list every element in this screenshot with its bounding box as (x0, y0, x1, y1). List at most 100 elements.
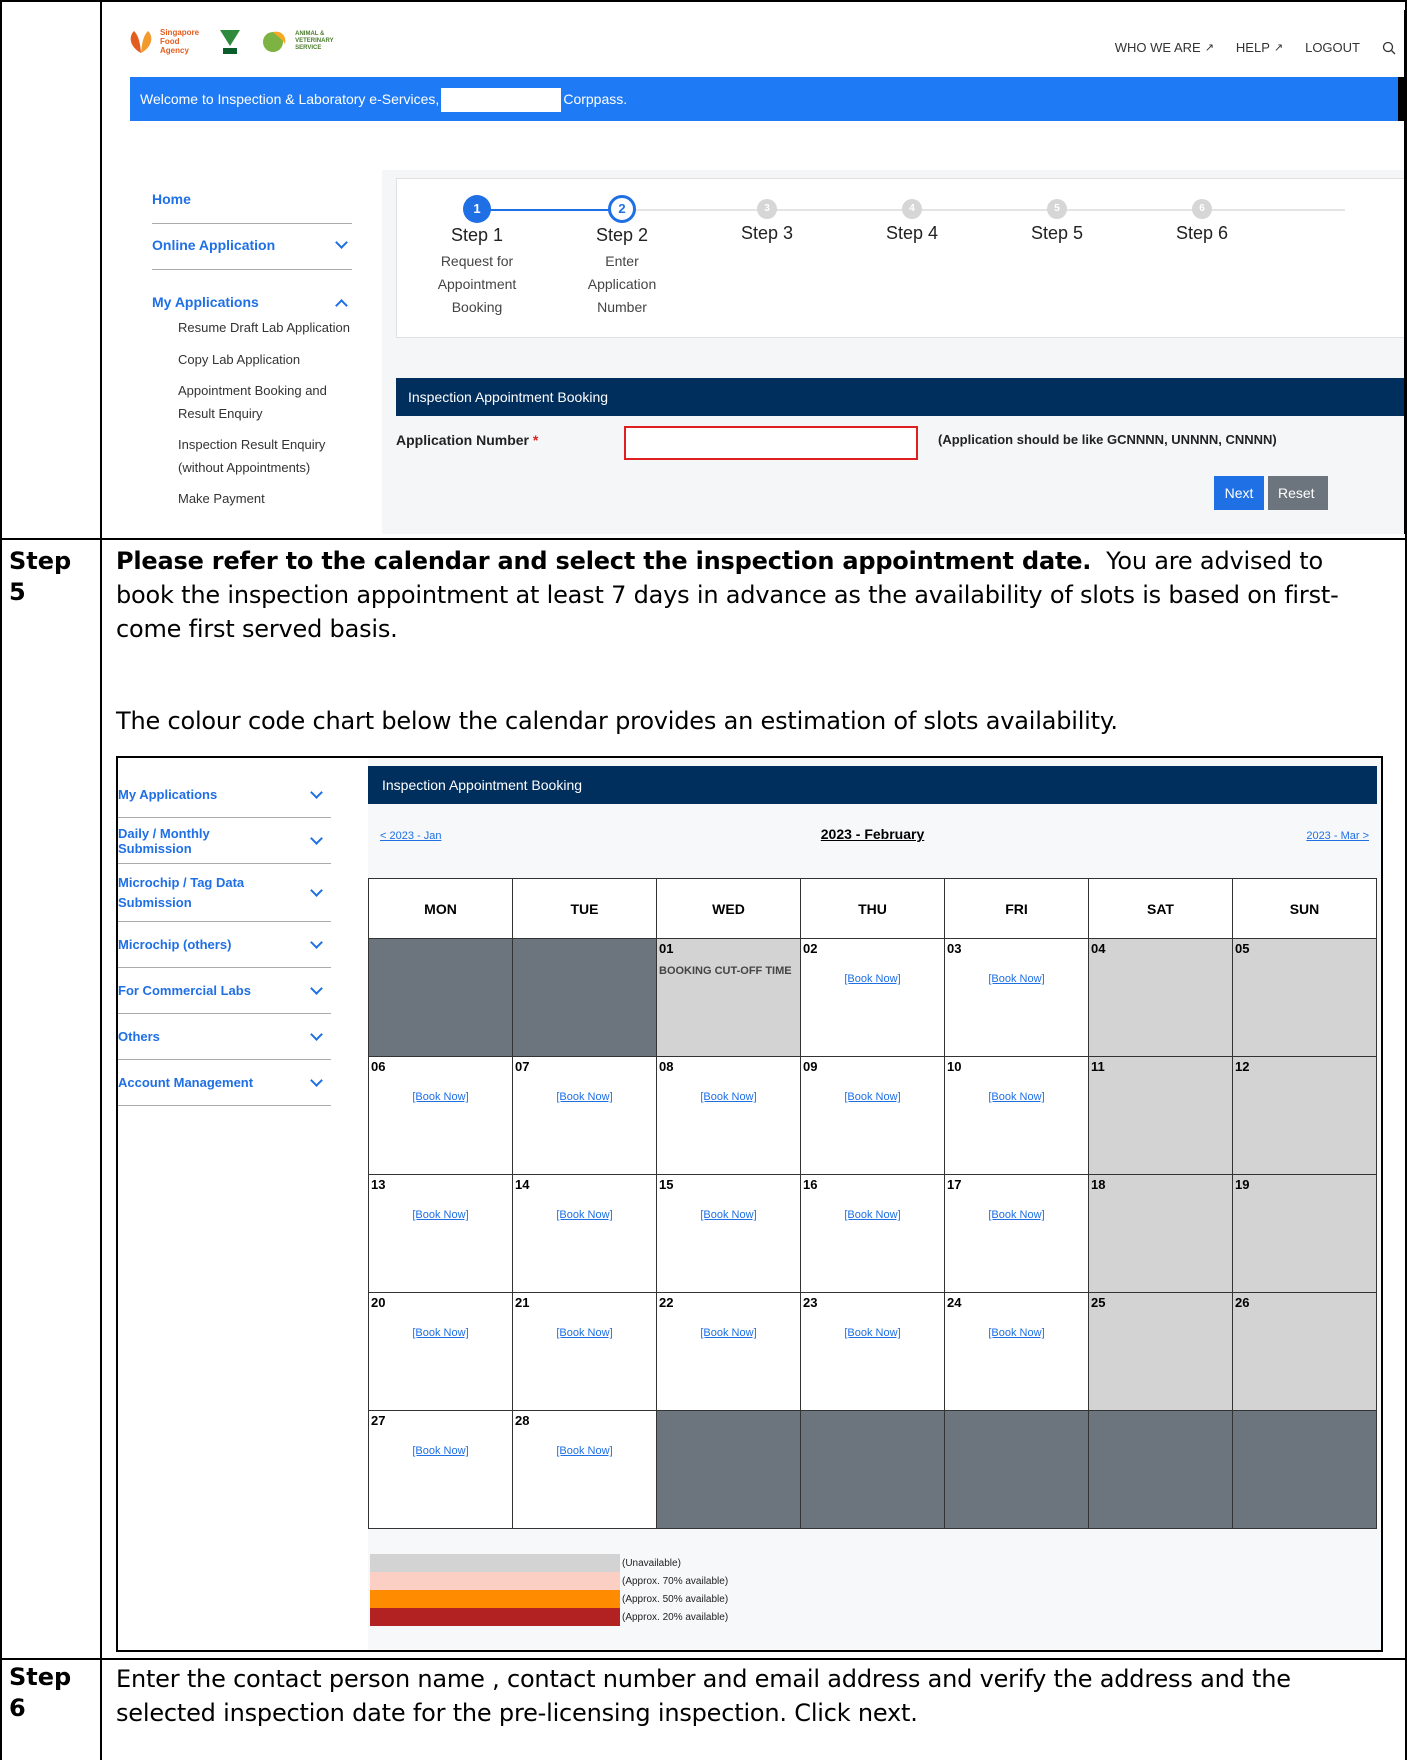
book-now-link[interactable]: [Book Now] (657, 1209, 800, 1221)
nav-help[interactable]: HELP ↗ (1236, 40, 1283, 55)
calendar-day-cell: 02 [Book Now] (800, 938, 945, 1057)
calendar-day-cell: 18 (1088, 1174, 1233, 1293)
book-now-link[interactable]: [Book Now] (801, 1327, 944, 1339)
previous-month-link[interactable]: < 2023 - Jan (380, 830, 441, 842)
day-number: 13 (371, 1177, 386, 1192)
application-number-input[interactable] (624, 426, 918, 460)
sidebar-item-label: Microchip / Tag Data Submission (118, 874, 245, 910)
sidebar-subitem-inspection-result[interactable]: Inspection Result Enquiry (without Appoi… (152, 433, 332, 479)
day-number: 02 (803, 941, 818, 956)
application-number-label-text: Application Number (396, 432, 530, 448)
book-now-link[interactable]: [Book Now] (369, 1091, 512, 1103)
book-now-link[interactable]: [Book Now] (369, 1209, 512, 1221)
book-now-link[interactable]: [Book Now] (513, 1445, 656, 1457)
sidebar-item-microchip-others[interactable]: Microchip (others) (118, 922, 331, 968)
legend-row: (Approx. 20% available) (370, 1608, 728, 1626)
book-now-link[interactable]: [Book Now] (657, 1327, 800, 1339)
step5-chart-note: The colour code chart below the calendar… (116, 707, 1118, 735)
sidebar-item-others[interactable]: Others (118, 1014, 331, 1060)
day-number: 04 (1091, 941, 1106, 956)
sidebar-item-my-applications[interactable]: My Applications (118, 772, 331, 818)
book-now-link[interactable]: [Book Now] (801, 1091, 944, 1103)
sidebar-item-home[interactable]: Home (152, 188, 352, 224)
day-number: 03 (947, 941, 962, 956)
legend-label: (Approx. 20% available) (622, 1611, 729, 1623)
day-number: 10 (947, 1059, 962, 1074)
calendar-day-cell: 01 BOOKING CUT-OFF TIME (656, 938, 801, 1057)
chevron-down-icon (310, 831, 323, 845)
sidebar-item-daily-monthly-submission[interactable]: Daily / Monthly Submission (118, 818, 331, 864)
day-number: 22 (659, 1295, 674, 1310)
step-number-badge: 2 (608, 195, 636, 223)
sidebar-item-online-application[interactable]: Online Application (152, 224, 352, 270)
nav-who-we-are[interactable]: WHO WE ARE ↗ (1115, 40, 1214, 55)
book-now-link[interactable]: [Book Now] (513, 1091, 656, 1103)
sidebar-item-for-commercial-labs[interactable]: For Commercial Labs (118, 968, 331, 1014)
book-now-link[interactable]: [Book Now] (801, 1209, 944, 1221)
banner-edge (1398, 77, 1404, 121)
step-number-badge: 3 (757, 199, 777, 219)
sidebar-item-microchip-tag-data-submission[interactable]: Microchip / Tag Data Submission (118, 864, 331, 922)
sidebar-item-label: Account Management (118, 1075, 254, 1090)
calendar-day-cell: 04 (1088, 938, 1233, 1057)
book-now-link[interactable]: [Book Now] (801, 973, 944, 985)
calendar-day-cell: 12 (1232, 1056, 1377, 1175)
book-now-link[interactable]: [Book Now] (945, 1327, 1088, 1339)
calendar-day-cell: 21 [Book Now] (512, 1292, 657, 1411)
sidebar-subitem-copy-lab[interactable]: Copy Lab Application (152, 348, 352, 371)
step-description: Request for Appointment Booking (437, 253, 517, 315)
step-title: Step 5 (1030, 223, 1084, 243)
calendar-empty-cell (368, 938, 513, 1057)
portal-header: Singapore Food Agency ANIMAL & VETERINARY SE… (120, 10, 1404, 76)
next-button[interactable]: Next (1214, 476, 1264, 510)
nav-who-we-are-label: WHO WE ARE (1114, 40, 1201, 55)
sidebar-item-label: For Commercial Labs (118, 983, 251, 998)
day-number: 18 (1091, 1177, 1106, 1192)
book-now-link[interactable]: [Book Now] (945, 1209, 1088, 1221)
portal-main: 1 Step 1 Request for Appointment Booking 2 S… (382, 170, 1404, 534)
next-month-link[interactable]: 2023 - Mar > (1306, 830, 1369, 842)
nav-logout[interactable]: LOGOUT (1305, 40, 1360, 55)
calendar-day-cell: 07 [Book Now] (512, 1056, 657, 1175)
month-title: 2023 - February (820, 826, 925, 842)
table-border-left (0, 0, 2, 1760)
sidebar-subitem-make-payment[interactable]: Make Payment (152, 487, 352, 510)
chevron-down-icon (310, 785, 323, 799)
step-title: Step 6 (1175, 223, 1229, 243)
stepper-step-1: 1 Step 1 Request for Appointment Booking (397, 195, 557, 319)
calendar-empty-cell (512, 938, 657, 1057)
sidebar-item-account-management[interactable]: Account Management (118, 1060, 331, 1106)
chevron-down-icon (310, 1073, 323, 1087)
calendar-day-cell: 27 [Book Now] (368, 1410, 513, 1529)
calendar-empty-cell (800, 1410, 945, 1529)
stepper-step-4: 4 Step 4 (832, 195, 992, 248)
sidebar-subitem-resume-draft[interactable]: Resume Draft Lab Application (152, 316, 352, 339)
day-number: 28 (515, 1413, 530, 1428)
book-now-link[interactable]: [Book Now] (657, 1091, 800, 1103)
sidebar-item-label: Home (152, 191, 191, 207)
sidebar-subitem-appointment-booking[interactable]: Appointment Booking and Result Enquiry (152, 379, 332, 425)
agency-logos: Singapore Food Agency ANIMAL & VETERINARY SE… (126, 26, 334, 56)
section-header: Inspection Appointment Booking (396, 378, 1404, 416)
required-marker: * (532, 432, 539, 448)
calendar-week-row: 06 [Book Now] 07 [Book Now] 08 [Book Now] 09 [B… (368, 1056, 1377, 1175)
weekday-header: TUE (512, 878, 657, 939)
day-number: 23 (803, 1295, 818, 1310)
step6-label: Step 6 (9, 1663, 72, 1722)
sidebar-item-my-applications[interactable]: My Applications (152, 270, 352, 312)
book-now-link[interactable]: [Book Now] (369, 1445, 512, 1457)
calendar-day-cell: 17 [Book Now] (944, 1174, 1089, 1293)
reset-button[interactable]: Reset (1268, 476, 1328, 510)
search-icon[interactable] (1382, 40, 1396, 55)
book-now-link[interactable]: [Book Now] (513, 1209, 656, 1221)
book-now-link[interactable]: [Book Now] (369, 1327, 512, 1339)
calendar-day-cell: 24 [Book Now] (944, 1292, 1089, 1411)
book-now-link[interactable]: [Book Now] (513, 1327, 656, 1339)
calendar-empty-cell (1088, 1410, 1233, 1529)
day-number: 11 (1091, 1059, 1105, 1074)
avs-logo: ANIMAL & VETERINARY SERVICE (261, 26, 334, 56)
book-now-link[interactable]: [Book Now] (945, 973, 1088, 985)
day-number: 20 (371, 1295, 386, 1310)
book-now-link[interactable]: [Book Now] (945, 1091, 1088, 1103)
step5-bold-instruction: Please refer to the calendar and select … (116, 547, 1092, 575)
